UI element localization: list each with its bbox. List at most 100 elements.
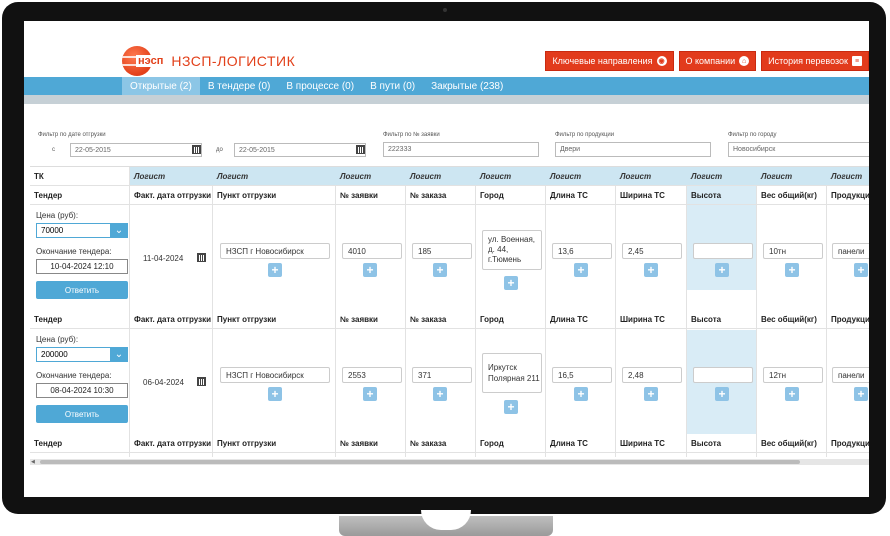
add-icon[interactable]: + [363,263,377,277]
weight-input[interactable]: 10тн [763,243,823,259]
header-request-no: № заявки [336,310,406,329]
length-input[interactable]: 13,6 [552,243,612,259]
order-no-input[interactable]: 185 [412,243,472,259]
weight-input[interactable]: 12тн [763,367,823,383]
order-no-input[interactable]: 371 [412,367,472,383]
header-city: Город [476,186,546,205]
request-filter-input[interactable]: 222333 [383,142,539,157]
list-icon: ≡ [852,56,862,66]
shipments-table: ТК Логист Логист Логист Логист Логист Ло… [30,166,869,457]
calendar-icon[interactable] [197,253,206,262]
ship-date-input[interactable]: 06-04-2024 [138,374,204,390]
city-input[interactable]: Иркутск Полярная 211 [482,353,542,393]
date-from-input[interactable]: 22-05-2015 [70,143,202,157]
add-icon[interactable]: + [644,387,658,401]
header-logist: Логист [827,167,869,186]
add-icon[interactable]: + [433,263,447,277]
add-icon[interactable]: + [268,263,282,277]
header-city: Город [476,310,546,329]
ship-date-input[interactable]: 11-04-2024 [138,250,204,266]
add-icon[interactable]: + [504,276,518,290]
chevron-down-icon[interactable]: ⌄ [110,347,128,362]
header-length: Длина ТС [546,434,616,453]
width-input[interactable]: 2,48 [622,367,682,383]
tab-closed[interactable]: Закрытые (238) [423,77,511,95]
add-icon[interactable]: + [715,387,729,401]
add-icon[interactable]: + [785,387,799,401]
date-to-input[interactable]: 22-05-2015 [234,143,366,157]
calendar-icon[interactable] [192,145,201,154]
header-ship-point: Пункт отгрузки [213,186,336,205]
add-icon[interactable]: + [715,263,729,277]
product-filter-input[interactable]: Двери [555,142,711,157]
about-company-button[interactable]: О компании ⌂ [678,51,757,71]
tender-end-input[interactable]: 10-04-2024 12:10 [36,259,128,274]
add-icon[interactable]: + [574,387,588,401]
city-line: д. 44, [488,245,509,254]
height-input[interactable] [693,367,753,383]
product-filter-label: Фильтр по продукции [555,132,615,138]
date-filter-label: Фильтр по дате отгрузки [38,132,106,138]
camera-dot [443,8,447,12]
add-icon[interactable]: + [433,387,447,401]
header-height: Высота [687,186,757,205]
date-from-label: с [52,147,55,153]
header-logist: Логист [213,167,336,186]
header-tender: Тендер [30,186,130,205]
chevron-down-icon[interactable]: ⌄ [110,223,128,238]
status-tabs: Открытые (2) В тендере (0) В процессе (0… [24,77,869,95]
header-ship-date: Факт. дата отгрузки [130,434,213,453]
header-product: Продукция [827,434,869,453]
screen: нэсп НЗСП-ЛОГИСТИК Ключевые направления … [24,21,869,497]
answer-button[interactable]: Ответить [36,281,128,299]
header-ship-point: Пункт отгрузки [213,310,336,329]
header-width: Ширина ТС [616,434,687,453]
city-line: г.Тюмень [488,255,522,264]
key-directions-label: Ключевые направления [552,56,653,66]
add-icon[interactable]: + [363,387,377,401]
height-input[interactable] [693,243,753,259]
request-no-input[interactable]: 2553 [342,367,402,383]
add-icon[interactable]: + [854,387,868,401]
calendar-icon[interactable] [356,145,365,154]
header-width: Ширина ТС [616,186,687,205]
city-filter-input[interactable]: Новосибирск [728,142,869,157]
header-length: Длина ТС [546,310,616,329]
tab-in-tender[interactable]: В тендере (0) [200,77,279,95]
price-label: Цена (руб): [36,335,79,344]
globe-icon: ◉ [656,56,667,66]
answer-button[interactable]: Ответить [36,405,128,423]
scrollbar-thumb[interactable] [40,460,800,464]
header-logist: Логист [406,167,476,186]
header-ship-date: Факт. дата отгрузки [130,186,213,205]
brand-logo[interactable]: нэсп НЗСП-ЛОГИСТИК [122,46,295,76]
add-icon[interactable]: + [785,263,799,277]
width-input[interactable]: 2,45 [622,243,682,259]
add-icon[interactable]: + [574,263,588,277]
tab-in-transit[interactable]: В пути (0) [362,77,423,95]
tab-open[interactable]: Открытые (2) [122,77,200,95]
city-line: ул. Военная, [488,235,536,244]
header-order-no: № заказа [406,310,476,329]
calendar-icon[interactable] [197,377,206,386]
scroll-left-icon[interactable]: ◀ [31,459,35,465]
add-icon[interactable]: + [504,400,518,414]
product-input[interactable]: панели [832,367,869,383]
tab-in-process[interactable]: В процессе (0) [278,77,362,95]
ship-point-input[interactable]: НЗСП г Новосибирск [220,243,330,259]
tender-end-label: Окончание тендера: [36,247,112,256]
shipping-history-button[interactable]: История перевозок ≡ [761,51,869,71]
add-icon[interactable]: + [644,263,658,277]
length-input[interactable]: 16,5 [552,367,612,383]
request-no-input[interactable]: 4010 [342,243,402,259]
add-icon[interactable]: + [854,263,868,277]
tender-end-input[interactable]: 08-04-2024 10:30 [36,383,128,398]
ship-point-input[interactable]: НЗСП г Новосибирск [220,367,330,383]
city-input[interactable]: ул. Военная, д. 44, г.Тюмень [482,230,542,270]
key-directions-button[interactable]: Ключевые направления ◉ [545,51,674,71]
horizontal-scrollbar[interactable]: ◀ [30,459,869,465]
product-input[interactable]: панели [832,243,869,259]
header-weight: Вес общий(кг) [757,310,827,329]
add-icon[interactable]: + [268,387,282,401]
header-order-no: № заказа [406,434,476,453]
